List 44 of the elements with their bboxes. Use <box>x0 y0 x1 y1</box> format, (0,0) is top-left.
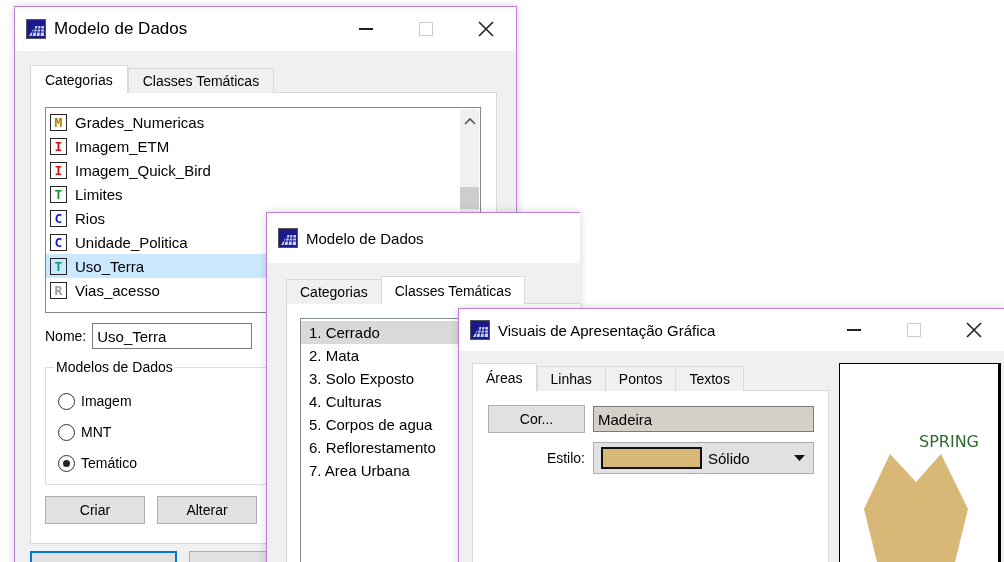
category-type-icon: M <box>50 113 67 131</box>
tab[interactable]: Pontos <box>604 366 677 391</box>
action-button[interactable]: Alterar <box>157 496 257 524</box>
color-name-field: Madeira <box>593 406 814 432</box>
category-type-icon: T <box>50 185 67 203</box>
radio-button[interactable] <box>58 454 75 472</box>
tab[interactable]: Classes Temáticas <box>380 276 526 304</box>
category-item[interactable]: M Grades_Numericas <box>46 110 458 134</box>
tab[interactable]: Classes Temáticas <box>127 68 275 93</box>
close-icon[interactable] <box>966 322 982 338</box>
app-grid-icon <box>26 19 46 39</box>
dropdown-caret-icon <box>794 455 805 461</box>
tab[interactable]: Textos <box>675 366 744 391</box>
category-type-icon: T <box>50 257 67 275</box>
category-item[interactable]: T Limites <box>46 182 458 206</box>
style-dropdown[interactable]: Sólido <box>593 442 814 474</box>
category-type-icon: R <box>50 281 67 299</box>
tab[interactable]: Linhas <box>536 366 606 391</box>
tab[interactable]: Categorias <box>286 279 382 304</box>
scroll-thumb[interactable] <box>460 187 479 209</box>
app-grid-icon <box>278 228 298 248</box>
app-grid-icon <box>470 320 490 340</box>
category-type-icon: C <box>50 233 67 251</box>
radio-button[interactable] <box>58 392 75 410</box>
window-title: Modelo de Dados <box>54 19 188 39</box>
preview-label: SPRING <box>919 432 979 451</box>
action-button[interactable]: Criar <box>45 496 145 524</box>
category-type-icon: I <box>50 137 67 155</box>
close-icon[interactable] <box>478 21 494 37</box>
category-item[interactable]: I Imagem_Quick_Bird <box>46 158 458 182</box>
name-label: Nome: <box>45 328 87 344</box>
name-field[interactable]: Uso_Terra <box>92 323 253 349</box>
group-title: Modelos de Dados <box>54 359 175 375</box>
tab[interactable]: Categorias <box>30 65 128 93</box>
scroll-up-icon[interactable] <box>463 117 476 125</box>
category-type-icon: C <box>50 209 67 227</box>
category-item[interactable]: I Imagem_ETM <box>46 134 458 158</box>
radio-button[interactable] <box>58 423 75 441</box>
category-item[interactable]: C Rios <box>46 206 458 230</box>
category-type-icon: I <box>50 161 67 179</box>
tab[interactable]: Áreas <box>472 363 537 391</box>
window-title: Modelo de Dados <box>306 229 424 247</box>
style-label: Estilo: <box>545 450 585 466</box>
color-button[interactable]: Cor... <box>488 405 585 433</box>
